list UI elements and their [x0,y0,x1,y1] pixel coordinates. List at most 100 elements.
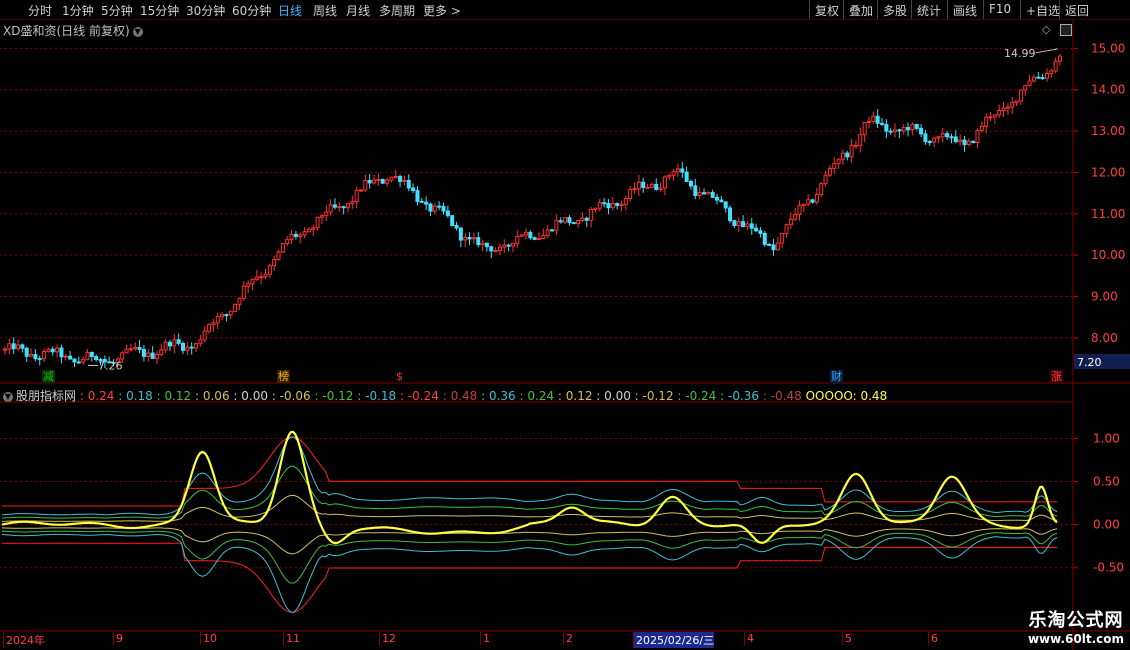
candle-body-242 [1053,60,1058,72]
candle-body-76 [332,204,337,208]
candle-body-12 [55,347,60,353]
period-tab-5[interactable]: 60分钟 [232,2,271,19]
candle-body-163 [710,191,715,198]
candle-body-195 [849,145,854,158]
candle-body-150 [654,183,659,190]
diamond-icon[interactable]: ◇ [1042,23,1050,36]
ind-tick-label-1: 0.50 [1093,475,1120,489]
period-tab-3[interactable]: 15分钟 [140,2,179,19]
candle-body-156 [680,168,685,173]
candle-body-182 [793,213,798,220]
candle-body-238 [1036,76,1041,79]
chevron-down-icon[interactable]: ▼ [3,392,13,402]
candle-body-226 [984,116,989,127]
candle-body-19 [85,351,90,360]
candle-body-34 [150,352,155,359]
candle-body-124 [541,234,546,240]
candle-body-61 [267,265,272,275]
period-tab-4[interactable]: 30分钟 [186,2,225,19]
period-tab-1[interactable]: 1分钟 [62,2,94,19]
candle-body-153 [667,174,672,178]
candle-body-100 [437,205,442,208]
candle-body-209 [910,123,915,131]
candle-body-173 [754,227,759,232]
candle-body-84 [367,179,372,184]
event-mark-0[interactable]: 减 [42,370,55,383]
date-label-0: 2024年 [3,632,45,648]
candle-body-32 [141,348,146,357]
candle-body-228 [992,114,997,118]
candle-body-74 [324,211,329,217]
candle-body-43 [189,346,194,349]
band-0-up [2,436,1057,507]
event-mark-3[interactable]: 财 [830,370,843,383]
indicator-panel-title: 股朋指标网 [16,389,77,403]
toolbar-button-1[interactable]: 叠加 [843,0,877,19]
candle-body-13 [59,347,64,358]
candle-body-141 [615,202,620,206]
candle-body-64 [280,243,285,253]
toolbar-button-7[interactable]: 返回 [1059,0,1093,19]
candle-body-191 [832,163,837,169]
layout-toggle-icon[interactable] [1060,24,1072,36]
toolbar-button-2[interactable]: 多股 [877,0,911,19]
toolbar-button-4[interactable]: 画线 [947,0,983,19]
legend-item-12: : 0.12 [554,389,593,403]
band-2-up [1,465,1058,519]
candle-body-119 [519,234,524,237]
candle-body-179 [780,233,785,244]
candle-body-241 [1049,70,1054,74]
legend-item-16: : -0.36 [716,389,760,403]
band-3-up [1,494,1058,522]
candle-body-72 [315,216,320,229]
event-mark-2[interactable]: $ [395,370,404,383]
legend-item-1: : 0.18 [114,389,153,403]
candle-body-172 [749,223,754,229]
candle-body-4 [20,344,25,349]
toolbar-button-6[interactable]: +自选 [1020,0,1060,19]
event-mark-1[interactable]: 榜 [277,370,290,383]
candle-body-95 [415,190,420,202]
candle-body-154 [671,171,676,176]
candle-body-174 [758,230,763,234]
candle-body-22 [98,359,103,362]
chevron-down-icon[interactable]: ▼ [132,27,143,37]
candle-body-130 [567,217,572,224]
candle-body-42 [185,346,190,351]
date-label-7: 2025/02/26/三 [633,632,715,648]
candle-body-112 [489,246,494,252]
candle-body-184 [801,203,806,206]
candle-body-131 [571,222,576,225]
period-tab-7[interactable]: 周线 [313,2,337,19]
candle-body-234 [1018,89,1023,102]
candle-body-55 [241,285,246,299]
main-panel-title: XD盛和资(日线 前复权) [3,24,130,38]
period-tab-9[interactable]: 多周期 [379,2,415,19]
period-tab-8[interactable]: 月线 [346,2,370,19]
period-tab-2[interactable]: 5分钟 [101,2,133,19]
toolbar-button-5[interactable]: F10 [983,0,1020,19]
ind-tick-label-0: 1.00 [1093,431,1120,445]
candle-body-215 [936,136,941,139]
candle-body-210 [914,123,919,129]
price-tick-label-5: 10.00 [1091,248,1125,262]
period-tab-10[interactable]: 更多 > [423,2,461,19]
main-oscillator-line [1,430,1058,545]
candle-body-232 [1010,102,1015,108]
period-tab-6[interactable]: 日线 [278,2,302,19]
candle-body-170 [741,221,746,228]
candle-body-219 [953,136,958,143]
candle-body-15 [68,355,73,360]
candle-body-52 [228,310,233,316]
event-mark-4[interactable]: 涨 [1050,370,1063,383]
candle-body-169 [736,221,741,226]
candle-body-190 [827,167,832,176]
candle-body-162 [706,191,711,195]
candle-body-117 [510,242,515,247]
candle-body-8 [37,358,42,361]
toolbar-button-0[interactable]: 复权 [809,0,843,19]
period-tab-0[interactable]: 分时 [28,2,52,19]
candle-body-134 [584,217,589,221]
toolbar-button-3[interactable]: 统计 [911,0,947,19]
candle-body-187 [814,194,819,203]
